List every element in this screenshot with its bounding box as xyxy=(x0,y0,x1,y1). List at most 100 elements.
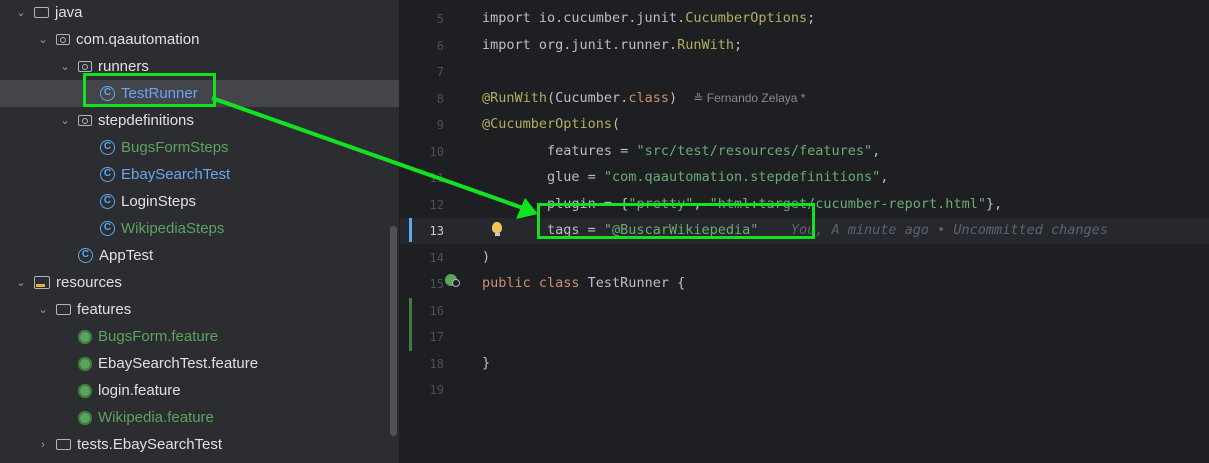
code-token: import io.cucumber.junit. xyxy=(482,10,686,26)
line-number: 5 xyxy=(436,12,444,26)
tree-item-bugsform-feature[interactable]: BugsForm.feature xyxy=(0,323,399,350)
code-token: TestRunner { xyxy=(587,275,686,291)
tree-item-tests-ebaysearchtest[interactable]: › tests.EbaySearchTest xyxy=(0,431,399,458)
line-number: 13 xyxy=(429,224,444,238)
code-token: glue = xyxy=(482,169,604,185)
tree-item-label: BugsFormSteps xyxy=(121,139,229,156)
line-number: 8 xyxy=(436,91,444,106)
tree-item-bugsformsteps[interactable]: C BugsFormSteps xyxy=(0,134,399,161)
code-line[interactable]: @CucumberOptions( xyxy=(482,116,620,132)
code-line[interactable]: features = "src/test/resources/features"… xyxy=(482,143,880,159)
line-number: 10 xyxy=(429,144,444,159)
tree-item-loginsteps[interactable]: C LoginSteps xyxy=(0,188,399,215)
chevron-down-icon[interactable]: ⌄ xyxy=(58,60,72,73)
chevron-down-icon[interactable]: ⌄ xyxy=(58,114,72,127)
tree-item-label: resources xyxy=(56,274,122,291)
chevron-down-icon[interactable]: ⌄ xyxy=(14,276,28,289)
code-token: , xyxy=(872,142,881,159)
tree-item-label: java xyxy=(55,4,83,21)
code-token: ) xyxy=(482,248,491,265)
line-number: 11 xyxy=(429,171,444,185)
resources-folder-icon xyxy=(34,276,50,289)
line-number: 19 xyxy=(429,383,444,397)
highlight-box-testrunner xyxy=(83,73,216,107)
cucumber-icon xyxy=(78,356,92,371)
project-tree: ⌄ java ⌄ com.qaautomation ⌄ runners C TestRunne… xyxy=(0,0,399,463)
line-number: 12 xyxy=(429,197,444,212)
class-icon: C xyxy=(100,140,115,155)
code-token: @RunWith xyxy=(482,89,548,106)
line-number: 17 xyxy=(429,330,444,344)
tree-item-label: stepdefinitions xyxy=(98,112,194,129)
tree-item-java[interactable]: ⌄ java xyxy=(0,0,399,26)
code-token: (Cucumber. xyxy=(547,89,629,106)
code-token: "src/test/resources/features" xyxy=(636,142,873,159)
code-line[interactable]: glue = "com.qaautomation.stepdefinitions… xyxy=(482,169,888,185)
line-number: 15 xyxy=(429,277,444,291)
package-icon xyxy=(78,61,92,72)
tree-item-label: tests.EbaySearchTest xyxy=(77,436,223,453)
code-token: ) xyxy=(668,89,694,106)
tree-scrollbar[interactable] xyxy=(390,226,397,436)
tree-item-label: features xyxy=(77,301,132,318)
folder-icon xyxy=(56,304,71,315)
tree-item-label: WikipediaSteps xyxy=(121,220,225,237)
tree-item-label: Wikipedia.feature xyxy=(98,409,214,426)
code-line[interactable]: @RunWith(Cucumber.class) ≗ Fernando Zela… xyxy=(482,90,805,106)
tree-item-label: BugsForm.feature xyxy=(98,328,219,345)
code-line[interactable]: public class TestRunner { xyxy=(482,275,685,291)
tree-item-wikipedia-feature[interactable]: Wikipedia.feature xyxy=(0,404,399,431)
code-token: , xyxy=(880,169,889,185)
run-test-icon[interactable] xyxy=(445,274,460,287)
tree-item-resources[interactable]: ⌄ resources xyxy=(0,269,399,296)
code-token: ; xyxy=(807,10,816,26)
code-line[interactable]: } xyxy=(482,355,490,371)
tree-item-stepdefinitions[interactable]: ⌄ stepdefinitions xyxy=(0,107,399,134)
line-number: 6 xyxy=(436,38,444,53)
tree-item-features[interactable]: ⌄ features xyxy=(0,296,399,323)
chevron-right-icon[interactable]: › xyxy=(36,439,50,451)
folder-icon xyxy=(56,439,71,450)
tree-item-label: login.feature xyxy=(98,382,181,399)
chevron-down-icon[interactable]: ⌄ xyxy=(36,303,50,316)
author-annotation[interactable]: ≗ Fernando Zelaya * xyxy=(693,91,805,105)
class-icon: C xyxy=(100,194,115,209)
code-line[interactable]: import org.junit.runner.RunWith; xyxy=(482,37,742,53)
code-token: "com.qaautomation.stepdefinitions" xyxy=(603,169,881,185)
tree-item-label: LoginSteps xyxy=(121,193,197,210)
tree-item-label: AppTest xyxy=(99,247,154,264)
code-token: CucumberOptions xyxy=(685,10,808,26)
code-token: } xyxy=(482,354,491,371)
tree-item-login-feature[interactable]: login.feature xyxy=(0,377,399,404)
line-number: 9 xyxy=(436,118,444,132)
chevron-down-icon[interactable]: ⌄ xyxy=(14,6,28,19)
code-token: ; xyxy=(733,36,743,53)
package-icon xyxy=(56,34,70,45)
tree-item-label: com.qaautomation xyxy=(76,31,200,48)
code-token: }, xyxy=(985,195,1003,212)
highlight-box-tags xyxy=(537,203,815,239)
code-line[interactable]: ) xyxy=(482,249,490,265)
code-line[interactable]: import io.cucumber.junit.CucumberOptions… xyxy=(482,10,815,26)
code-token: RunWith xyxy=(677,36,734,53)
cucumber-icon xyxy=(78,383,92,398)
line-number: 16 xyxy=(429,303,444,318)
code-token: @CucumberOptions xyxy=(482,116,613,132)
tree-item-label: EbaySearchTest.feature xyxy=(98,355,259,372)
folder-icon xyxy=(34,7,49,18)
cucumber-icon xyxy=(78,329,92,344)
code-token: ( xyxy=(612,116,621,132)
tree-item-wikipediasteps[interactable]: C WikipediaSteps xyxy=(0,215,399,242)
tree-item-ebaysearchtest-feature[interactable]: EbaySearchTest.feature xyxy=(0,350,399,377)
tree-item-com-qaautomation[interactable]: ⌄ com.qaautomation xyxy=(0,26,399,53)
tree-item-ebaysearchtest[interactable]: C EbaySearchTest xyxy=(0,161,399,188)
class-icon: C xyxy=(100,167,115,182)
line-number: 14 xyxy=(429,250,444,265)
tree-item-apptest[interactable]: C AppTest xyxy=(0,242,399,269)
code-token: import org.junit.runner. xyxy=(482,36,678,53)
package-icon xyxy=(78,115,92,126)
line-number: 7 xyxy=(436,65,444,79)
class-icon: C xyxy=(100,221,115,236)
chevron-down-icon[interactable]: ⌄ xyxy=(36,33,50,46)
cucumber-icon xyxy=(78,410,92,425)
